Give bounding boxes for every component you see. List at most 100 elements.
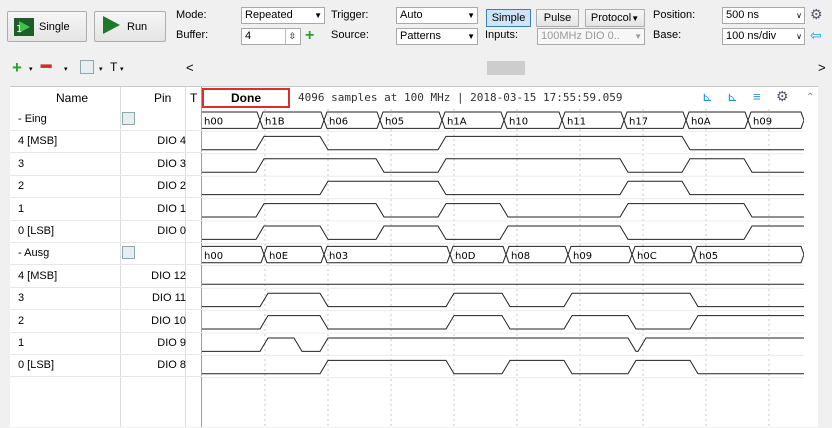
cursor-left-icon[interactable]: ⊾ bbox=[702, 89, 713, 105]
bus-eing-value: h1A bbox=[447, 116, 467, 127]
channel-pin: DIO 1 bbox=[157, 202, 186, 215]
chevron-down-icon[interactable]: ▾ bbox=[99, 65, 103, 73]
channel-row[interactable]: 1 DIO 9 bbox=[10, 333, 202, 355]
base-label: Base: bbox=[653, 29, 682, 41]
chevron-down-icon: ▼ bbox=[314, 11, 322, 20]
channel-name: 4 [MSB] bbox=[18, 269, 58, 282]
bus-eing-value: h10 bbox=[509, 116, 528, 127]
bus-row[interactable]: - Eing bbox=[10, 109, 202, 131]
bus-eing-value: h0A bbox=[691, 116, 711, 127]
pulse-button[interactable]: Pulse bbox=[536, 9, 579, 27]
settings-gear-icon[interactable]: ⚙ bbox=[776, 88, 789, 105]
chevron-down-icon: ∨ bbox=[796, 11, 802, 20]
channel-pin: DIO 4 bbox=[157, 135, 186, 148]
spin-icon[interactable]: ⇳ bbox=[285, 29, 298, 44]
run-label: Run bbox=[127, 20, 148, 33]
run-icon bbox=[101, 15, 121, 38]
position-select[interactable]: 500 ns ∨ bbox=[722, 7, 805, 24]
bus-eing-value: h17 bbox=[629, 116, 648, 127]
bus-ausg-value: h03 bbox=[329, 251, 348, 262]
run-button[interactable]: Run bbox=[94, 11, 166, 42]
signal-dio3 bbox=[202, 158, 804, 173]
single-icon: 1 bbox=[14, 17, 34, 36]
chevron-down-icon: ▼ bbox=[467, 32, 475, 41]
status-bar: Done 4096 samples at 100 MHz | 2018-03-1… bbox=[202, 87, 804, 109]
column-header-t[interactable]: T bbox=[190, 87, 197, 109]
chevron-down-icon[interactable]: ▾ bbox=[29, 65, 33, 73]
source-select[interactable]: Patterns ▼ bbox=[396, 28, 478, 45]
chevron-down-icon: ▼ bbox=[634, 32, 642, 41]
chevron-down-icon[interactable]: ▾ bbox=[120, 65, 124, 73]
waveform-area[interactable]: h00 h1B h06 h05 h1A h10 h11 h17 h0A h09 h00 h0E h03 h… bbox=[202, 109, 804, 428]
trigger-select[interactable]: Auto ▼ bbox=[396, 7, 478, 24]
channel-pin: DIO 12 bbox=[151, 269, 186, 282]
channel-row[interactable]: 3 DIO 3 bbox=[10, 154, 202, 176]
buffer-stepper[interactable]: 4 ⇳ bbox=[241, 28, 301, 45]
channel-name: 3 bbox=[18, 292, 25, 305]
zoom-icon[interactable]: ≡ bbox=[753, 89, 761, 104]
source-label: Source: bbox=[331, 29, 369, 41]
bus-ausg-value: h00 bbox=[204, 251, 223, 262]
bus-eing-value: h09 bbox=[753, 116, 772, 127]
channel-row[interactable]: 4 [MSB] DIO 12 bbox=[10, 266, 202, 288]
capture-info: 4096 samples at 100 MHz | 2018-03-15 17:… bbox=[298, 91, 623, 104]
remove-channel-icon[interactable]: ━ bbox=[41, 58, 51, 75]
channel-row[interactable]: 2 DIO 2 bbox=[10, 176, 202, 199]
back-arrow-icon[interactable]: ⇦ bbox=[810, 27, 822, 44]
add-channel-icon[interactable]: + bbox=[12, 58, 22, 78]
signal-dio0 bbox=[202, 225, 804, 240]
edit-icon[interactable] bbox=[122, 246, 135, 260]
channel-name: 4 [MSB] bbox=[18, 135, 58, 148]
bus-row[interactable]: - Ausg bbox=[10, 243, 202, 266]
inputs-select[interactable]: 100MHz DIO 0.. ▼ bbox=[537, 28, 645, 45]
bus-eing-value: h06 bbox=[329, 116, 348, 127]
channel-name: 2 bbox=[18, 314, 25, 327]
text-icon[interactable]: T bbox=[110, 60, 117, 74]
channel-pin: DIO 2 bbox=[157, 180, 186, 193]
bus-ausg-value: h0D bbox=[455, 251, 476, 262]
channel-pin: DIO 8 bbox=[157, 359, 186, 372]
cursor-right-icon[interactable]: ⊾ bbox=[727, 89, 738, 105]
column-header-name[interactable]: Name bbox=[56, 87, 88, 109]
signal-dio1 bbox=[202, 203, 804, 218]
simple-button[interactable]: Simple bbox=[486, 9, 531, 27]
column-header-pin[interactable]: Pin bbox=[154, 87, 171, 109]
single-button[interactable]: 1 Single bbox=[7, 11, 87, 42]
horizontal-scrollbar-thumb[interactable] bbox=[487, 61, 525, 75]
channel-pin: DIO 9 bbox=[157, 337, 186, 349]
chevron-down-icon[interactable]: ▾ bbox=[64, 65, 68, 73]
channel-name: - Eing bbox=[18, 113, 47, 125]
chevron-down-icon: ∨ bbox=[796, 32, 802, 41]
edit-icon[interactable] bbox=[122, 112, 135, 125]
bus-ausg-value: h08 bbox=[511, 251, 530, 262]
signal-dio10 bbox=[202, 315, 804, 330]
channel-row[interactable]: 0 [LSB] DIO 0 bbox=[10, 221, 202, 243]
mode-label: Mode: bbox=[176, 9, 207, 21]
settings-gear-icon[interactable]: ⚙ bbox=[810, 6, 823, 23]
secondary-toolbar: + ▾ ━ ▾ ▾ T ▾ < > bbox=[0, 58, 832, 80]
channel-name: 0 [LSB] bbox=[18, 225, 55, 237]
protocol-button[interactable]: Protocol▼ bbox=[585, 9, 645, 27]
scroll-up-arrow[interactable]: ⌃ bbox=[806, 92, 814, 103]
buffer-label: Buffer: bbox=[176, 29, 209, 41]
channel-name: 3 bbox=[18, 157, 25, 170]
channel-row[interactable]: 4 [MSB] DIO 4 bbox=[10, 131, 202, 154]
bus-eing-value: h00 bbox=[204, 116, 223, 127]
bus-eing-value: h1B bbox=[265, 116, 285, 127]
scroll-left-arrow[interactable]: < bbox=[186, 60, 194, 75]
channel-row[interactable]: 1 DIO 1 bbox=[10, 199, 202, 221]
bus-ausg-value: h0E bbox=[269, 251, 288, 262]
base-select[interactable]: 100 ns/div ∨ bbox=[722, 28, 805, 45]
channel-pin: DIO 11 bbox=[151, 292, 186, 305]
channel-row[interactable]: 0 [LSB] DIO 8 bbox=[10, 355, 202, 378]
signal-dio2 bbox=[202, 180, 804, 196]
edit-icon[interactable] bbox=[80, 60, 94, 74]
mode-select[interactable]: Repeated ▼ bbox=[241, 7, 325, 24]
bus-eing-value: h11 bbox=[567, 116, 586, 127]
channel-grid: Name Pin T Done 4096 samples at 100 MHz … bbox=[10, 86, 818, 428]
bus-ausg-value: h09 bbox=[573, 251, 592, 262]
add-buffer-icon[interactable]: + bbox=[305, 28, 314, 44]
channel-row[interactable]: 3 DIO 11 bbox=[10, 288, 202, 311]
channel-row[interactable]: 2 DIO 10 bbox=[10, 311, 202, 333]
scroll-right-arrow[interactable]: > bbox=[818, 60, 826, 75]
